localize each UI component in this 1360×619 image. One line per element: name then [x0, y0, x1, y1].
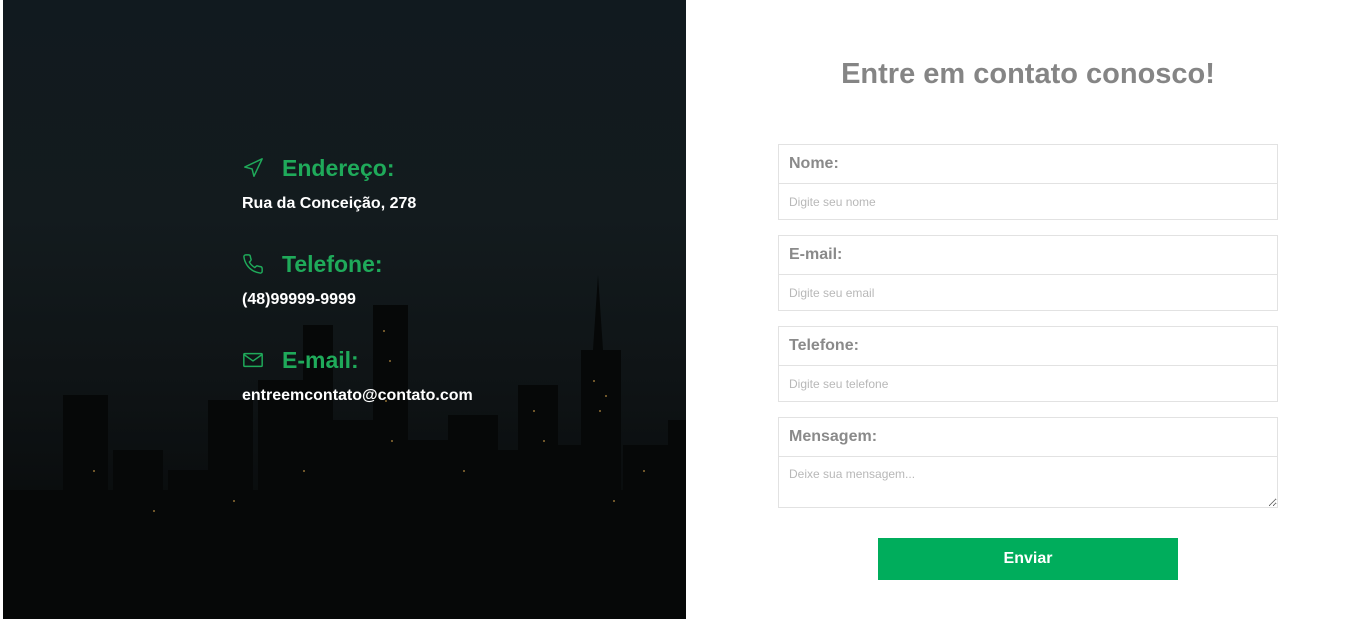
city-background-panel: Endereço: Rua da Conceição, 278 Telefone…	[3, 0, 686, 619]
phone-input[interactable]	[779, 366, 1277, 401]
name-label: Nome:	[779, 145, 1277, 184]
email-value: entreemcontato@contato.com	[242, 387, 473, 404]
envelope-icon	[243, 352, 263, 368]
message-field-group: Mensagem:	[778, 417, 1278, 508]
city-skyline-image	[3, 275, 686, 619]
submit-button[interactable]: Enviar	[878, 538, 1178, 580]
message-label: Mensagem:	[779, 418, 1277, 457]
address-value: Rua da Conceição, 278	[242, 195, 417, 212]
contact-form-title: Entre em contato conosco!	[841, 58, 1215, 90]
email-title: E-mail:	[282, 346, 359, 373]
email-field-group: E-mail:	[778, 235, 1278, 311]
phone-field-group: Telefone:	[778, 326, 1278, 402]
message-textarea[interactable]	[779, 457, 1277, 507]
email-block: E-mail: entreemcontato@contato.com	[242, 345, 473, 405]
email-label: E-mail:	[779, 236, 1277, 275]
name-input[interactable]	[779, 184, 1277, 219]
phone-title: Telefone:	[282, 250, 383, 277]
navigation-arrow-icon	[244, 158, 263, 177]
name-field-group: Nome:	[778, 144, 1278, 220]
address-title: Endereço:	[282, 154, 395, 181]
phone-icon	[243, 254, 263, 274]
phone-label: Telefone:	[779, 327, 1277, 366]
phone-block: Telefone: (48)99999-9999	[242, 249, 383, 309]
address-block: Endereço: Rua da Conceição, 278	[242, 153, 416, 213]
email-input[interactable]	[779, 275, 1277, 310]
phone-value: (48)99999-9999	[242, 291, 356, 308]
